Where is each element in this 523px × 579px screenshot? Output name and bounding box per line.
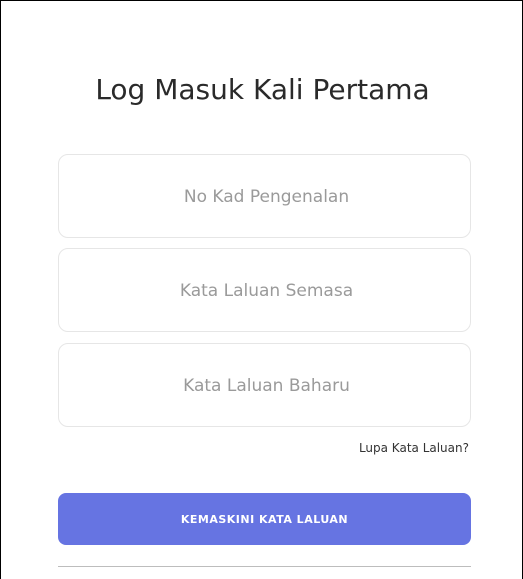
page-title: Log Masuk Kali Pertama — [95, 73, 430, 106]
forgot-password-link[interactable]: Lupa Kata Laluan? — [359, 441, 469, 455]
current-password-field-container — [58, 248, 474, 333]
ic-number-input[interactable] — [59, 155, 474, 239]
update-password-button[interactable]: KEMASKINI KATA LALUAN — [58, 493, 471, 545]
new-password-field-container — [58, 343, 474, 428]
current-password-input[interactable] — [59, 249, 474, 333]
new-password-input[interactable] — [59, 344, 474, 428]
ic-number-field-container — [58, 154, 474, 239]
divider — [58, 566, 471, 567]
login-card: Log Masuk Kali Pertama Lupa Kata Laluan?… — [0, 0, 523, 579]
